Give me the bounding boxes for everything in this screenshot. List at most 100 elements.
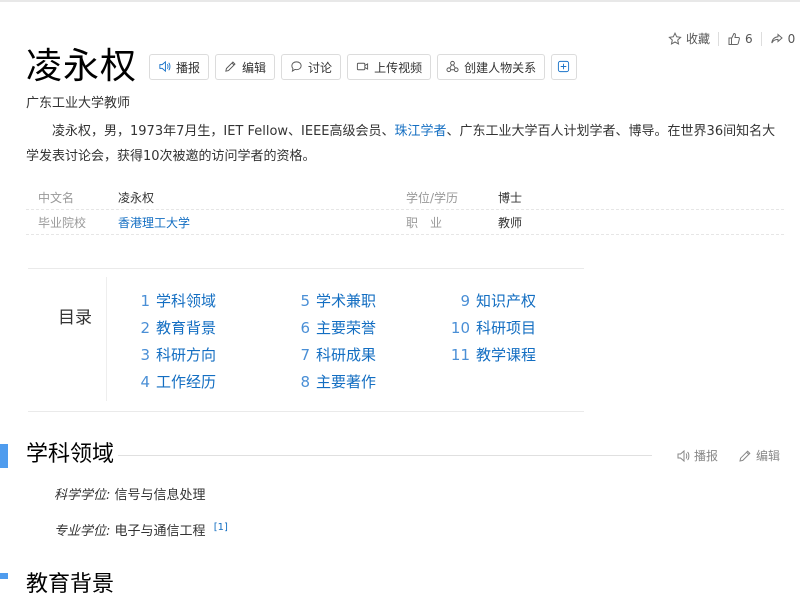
page-title: 凌永权 <box>26 46 138 87</box>
edit-button[interactable]: 编辑 <box>215 54 276 80</box>
info-key: 学位/学历 <box>406 190 459 205</box>
share-icon <box>770 32 784 46</box>
info-key: 中文名 <box>38 190 75 205</box>
info-value: 凌永权 <box>118 190 155 205</box>
star-icon <box>668 31 682 46</box>
catalog-item[interactable]: 10 科研项目 <box>448 314 536 341</box>
paragraph: 专业学位: 电子与通信工程 [1] <box>54 520 228 539</box>
plus-icon <box>557 60 571 74</box>
collect-label: 收藏 <box>686 32 711 46</box>
top-divider <box>0 0 800 2</box>
chat-bubble-icon <box>290 60 304 74</box>
lemma-summary: 凌永权，男，1973年7月生，IET Fellow、IEEE高级会员、珠江学者、… <box>26 119 781 169</box>
catalog-num: 9 <box>460 291 470 310</box>
catalog-item[interactable]: 4 工作经历 <box>132 368 216 395</box>
degree-value: 信号与信息处理 <box>114 488 206 503</box>
lemma-subtitle: 广东工业大学教师 <box>26 96 131 111</box>
catalog-num: 3 <box>140 345 150 364</box>
degree-value: 电子与通信工程 <box>114 524 206 539</box>
catalog-item[interactable]: 5 学术兼职 <box>292 287 376 314</box>
catalog-label: 教学课程 <box>476 346 537 364</box>
section-accent-bar <box>0 444 8 468</box>
catalog-label: 学术兼职 <box>316 292 377 310</box>
info-value: 教师 <box>498 215 523 230</box>
catalog-item[interactable]: 11 教学课程 <box>448 341 536 368</box>
like-button[interactable]: 6 <box>727 32 753 46</box>
speaker-icon <box>158 60 172 74</box>
catalog-column: 5 学术兼职 6 主要荣誉 7 科研成果 8 主要著作 <box>292 287 376 395</box>
collect-button[interactable]: 收藏 <box>668 30 710 47</box>
discuss-label: 讨论 <box>308 60 333 75</box>
section-title: 教育背景 <box>26 572 115 597</box>
upload-video-label: 上传视频 <box>374 60 423 75</box>
catalog-label: 主要著作 <box>316 373 377 391</box>
section-actions: 播报 编辑 <box>676 447 780 464</box>
section-edit-button[interactable]: 编辑 <box>738 447 780 464</box>
catalog-label: 学科领域 <box>156 292 217 310</box>
catalog-column: 9 知识产权 10 科研项目 11 教学课程 <box>448 287 536 368</box>
catalog-label: 教育背景 <box>156 319 217 337</box>
catalog-num: 7 <box>300 345 310 364</box>
catalog-label: 工作经历 <box>156 373 217 391</box>
info-row: 毕业院校 香港理工大学 职 业 教师 <box>26 210 784 235</box>
video-camera-icon <box>356 60 370 74</box>
section-header: 学科领域 播报 编辑 <box>0 440 800 470</box>
upload-video-button[interactable]: 上传视频 <box>347 54 432 80</box>
section-accent-bar <box>0 573 8 579</box>
pencil-icon <box>738 449 752 463</box>
add-button[interactable] <box>551 54 578 80</box>
catalog-item[interactable]: 8 主要著作 <box>292 368 376 395</box>
thumbs-up-icon <box>727 32 741 46</box>
catalog-num: 10 <box>450 318 470 337</box>
section-broadcast-button[interactable]: 播报 <box>676 447 718 464</box>
section-broadcast-label: 播报 <box>694 449 719 463</box>
catalog-num: 8 <box>300 372 310 391</box>
section-line <box>118 455 652 456</box>
degree-label: 科学学位: <box>54 488 111 503</box>
info-value: 博士 <box>498 190 523 205</box>
catalog-num: 4 <box>140 372 150 391</box>
divider <box>760 31 762 46</box>
discuss-button[interactable]: 讨论 <box>281 54 342 80</box>
catalog-item[interactable]: 6 主要荣誉 <box>292 314 376 341</box>
catalog: 目录 1 学科领域 2 教育背景 3 科研方向 4 工作经历 5 学术兼职 6 主要荣誉 7… <box>28 268 584 412</box>
section-title: 学科领域 <box>26 442 115 467</box>
catalog-num: 1 <box>140 291 150 310</box>
basic-info: 中文名 凌永权 学位/学历 博士 毕业院校 香港理工大学 职 业 教师 <box>26 185 784 235</box>
reference-link[interactable]: [1] <box>214 522 228 533</box>
divider <box>718 31 720 46</box>
catalog-num: 6 <box>300 318 310 337</box>
broadcast-button[interactable]: 播报 <box>149 54 210 80</box>
top-actions: 收藏 6 0 <box>668 30 795 47</box>
info-key: 职 业 <box>406 215 443 230</box>
edit-label: 编辑 <box>242 60 267 75</box>
catalog-num: 11 <box>450 345 470 364</box>
catalog-divider <box>106 277 107 401</box>
create-relation-button[interactable]: 创建人物关系 <box>437 54 546 80</box>
catalog-label: 科研成果 <box>316 346 377 364</box>
catalog-title: 目录 <box>58 308 92 328</box>
catalog-item[interactable]: 3 科研方向 <box>132 341 216 368</box>
catalog-item[interactable]: 2 教育背景 <box>132 314 216 341</box>
catalog-label: 知识产权 <box>476 292 537 310</box>
broadcast-label: 播报 <box>176 60 201 75</box>
title-row: 凌永权 播报 编辑 讨论 上传视频 创建人物关系 <box>26 44 583 90</box>
summary-text: 凌永权，男，1973年7月生，IET Fellow、IEEE高级会员、 <box>52 124 395 139</box>
pencil-icon <box>224 60 238 74</box>
paragraph: 科学学位: 信号与信息处理 <box>54 484 206 503</box>
catalog-label: 科研项目 <box>476 319 537 337</box>
create-relation-label: 创建人物关系 <box>464 60 537 75</box>
catalog-item[interactable]: 1 学科领域 <box>132 287 216 314</box>
share-button[interactable]: 0 <box>770 31 796 46</box>
like-count: 6 <box>745 31 753 46</box>
catalog-label: 主要荣誉 <box>316 319 377 337</box>
catalog-item[interactable]: 7 科研成果 <box>292 341 376 368</box>
catalog-item[interactable]: 9 知识产权 <box>448 287 536 314</box>
catalog-num: 5 <box>300 291 310 310</box>
zhujiang-scholar-link[interactable]: 珠江学者 <box>395 124 447 139</box>
speaker-icon <box>676 449 690 463</box>
catalog-num: 2 <box>140 318 150 337</box>
degree-label: 专业学位: <box>54 524 111 539</box>
share-count: 0 <box>787 31 796 46</box>
school-link[interactable]: 香港理工大学 <box>118 214 406 231</box>
